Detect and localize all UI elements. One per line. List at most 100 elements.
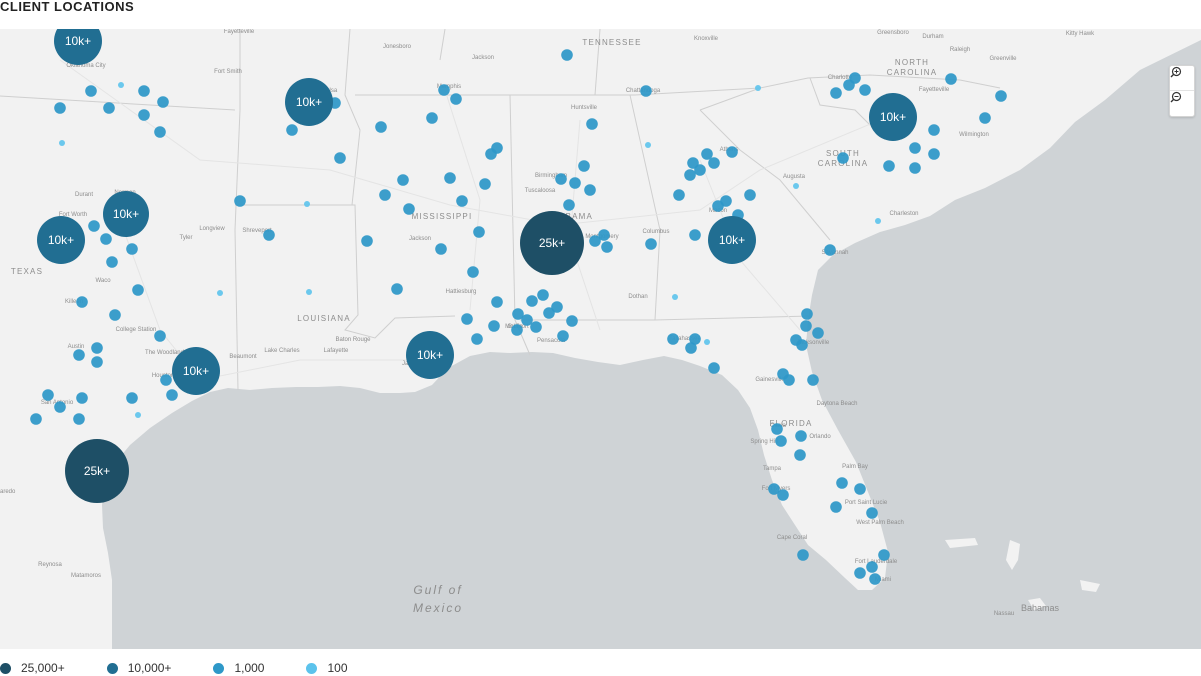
location-marker[interactable]: [73, 349, 85, 361]
location-marker[interactable]: [883, 160, 895, 172]
location-marker[interactable]: [797, 549, 809, 561]
location-marker[interactable]: [126, 243, 138, 255]
location-marker[interactable]: [488, 320, 500, 332]
location-marker[interactable]: [854, 567, 866, 579]
location-marker[interactable]: [444, 172, 456, 184]
location-marker[interactable]: [878, 549, 890, 561]
cluster-marker[interactable]: 25k+: [65, 439, 129, 503]
location-marker[interactable]: [566, 315, 578, 327]
location-marker[interactable]: [234, 195, 246, 207]
location-marker[interactable]: [812, 327, 824, 339]
location-marker[interactable]: [126, 392, 138, 404]
location-marker[interactable]: [76, 296, 88, 308]
location-marker[interactable]: [807, 374, 819, 386]
location-marker-small[interactable]: [875, 218, 881, 224]
location-marker[interactable]: [361, 235, 373, 247]
location-marker[interactable]: [88, 220, 100, 232]
cluster-marker[interactable]: 10k+: [103, 191, 149, 237]
location-marker[interactable]: [995, 90, 1007, 102]
location-marker[interactable]: [530, 321, 542, 333]
location-marker-small[interactable]: [304, 201, 310, 207]
location-marker[interactable]: [584, 184, 596, 196]
location-marker[interactable]: [794, 449, 806, 461]
location-marker-small[interactable]: [306, 289, 312, 295]
location-marker[interactable]: [640, 85, 652, 97]
location-marker[interactable]: [154, 126, 166, 138]
location-marker[interactable]: [708, 362, 720, 374]
location-marker[interactable]: [166, 389, 178, 401]
location-marker[interactable]: [426, 112, 438, 124]
location-marker[interactable]: [109, 309, 121, 321]
location-marker[interactable]: [551, 301, 563, 313]
location-marker[interactable]: [775, 435, 787, 447]
location-marker[interactable]: [103, 102, 115, 114]
location-marker[interactable]: [712, 200, 724, 212]
location-marker[interactable]: [42, 389, 54, 401]
location-marker[interactable]: [830, 501, 842, 513]
location-marker[interactable]: [909, 142, 921, 154]
location-marker[interactable]: [684, 169, 696, 181]
cluster-marker[interactable]: 10k+: [406, 331, 454, 379]
location-marker[interactable]: [286, 124, 298, 136]
cluster-marker[interactable]: 10k+: [708, 216, 756, 264]
location-marker[interactable]: [928, 124, 940, 136]
location-marker[interactable]: [491, 296, 503, 308]
location-marker[interactable]: [801, 308, 813, 320]
location-marker[interactable]: [979, 112, 991, 124]
location-marker[interactable]: [783, 374, 795, 386]
location-marker[interactable]: [563, 199, 575, 211]
location-marker[interactable]: [645, 238, 657, 250]
location-marker[interactable]: [379, 189, 391, 201]
location-marker[interactable]: [100, 233, 112, 245]
location-marker[interactable]: [726, 146, 738, 158]
location-marker[interactable]: [849, 72, 861, 84]
location-marker[interactable]: [854, 483, 866, 495]
location-marker[interactable]: [479, 178, 491, 190]
location-marker[interactable]: [837, 152, 849, 164]
location-marker[interactable]: [824, 244, 836, 256]
location-marker[interactable]: [836, 477, 848, 489]
location-marker[interactable]: [866, 561, 878, 573]
location-marker-small[interactable]: [704, 339, 710, 345]
location-marker[interactable]: [708, 157, 720, 169]
location-marker[interactable]: [456, 195, 468, 207]
cluster-marker[interactable]: 10k+: [869, 93, 917, 141]
location-marker[interactable]: [471, 333, 483, 345]
location-marker[interactable]: [473, 226, 485, 238]
location-marker[interactable]: [555, 173, 567, 185]
location-marker[interactable]: [85, 85, 97, 97]
location-marker[interactable]: [511, 324, 523, 336]
location-marker[interactable]: [467, 266, 479, 278]
location-marker[interactable]: [537, 289, 549, 301]
location-marker[interactable]: [132, 284, 144, 296]
location-marker-small[interactable]: [645, 142, 651, 148]
location-marker[interactable]: [561, 49, 573, 61]
location-marker-small[interactable]: [755, 85, 761, 91]
location-marker[interactable]: [859, 84, 871, 96]
location-marker[interactable]: [909, 162, 921, 174]
location-marker[interactable]: [263, 229, 275, 241]
location-marker[interactable]: [601, 241, 613, 253]
location-marker[interactable]: [403, 203, 415, 215]
location-marker[interactable]: [945, 73, 957, 85]
location-marker[interactable]: [578, 160, 590, 172]
cluster-marker[interactable]: 25k+: [520, 211, 584, 275]
location-marker[interactable]: [685, 342, 697, 354]
location-marker[interactable]: [795, 430, 807, 442]
location-marker-small[interactable]: [118, 82, 124, 88]
location-marker[interactable]: [375, 121, 387, 133]
location-marker[interactable]: [557, 330, 569, 342]
location-marker[interactable]: [744, 189, 756, 201]
location-marker[interactable]: [91, 342, 103, 354]
map-panel[interactable]: TENNESSEENORTHCAROLINASOUTHCAROLINAMISSI…: [0, 29, 1201, 649]
location-marker[interactable]: [485, 148, 497, 160]
location-marker[interactable]: [138, 85, 150, 97]
cluster-marker[interactable]: 10k+: [285, 78, 333, 126]
location-marker[interactable]: [569, 177, 581, 189]
location-marker[interactable]: [397, 174, 409, 186]
location-marker[interactable]: [30, 413, 42, 425]
cluster-marker[interactable]: 10k+: [37, 216, 85, 264]
location-marker[interactable]: [586, 118, 598, 130]
location-marker[interactable]: [928, 148, 940, 160]
location-marker[interactable]: [526, 295, 538, 307]
